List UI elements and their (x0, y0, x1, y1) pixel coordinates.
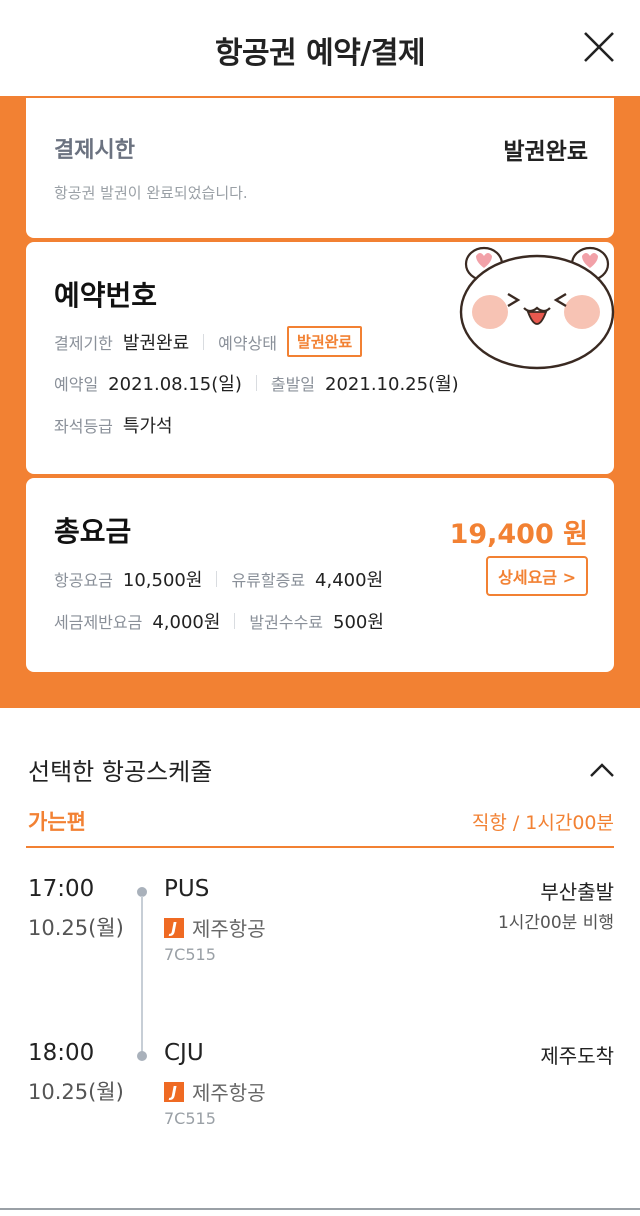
airline-name: 제주항공 (192, 1081, 266, 1105)
fare-row-2: 세금제반요금 4,000원 발권수수료 500원 (54, 608, 384, 634)
seat-class-value: 특가석 (122, 416, 173, 437)
bear-sticker-icon (459, 246, 615, 370)
ticket-fee-label: 발권수수료 (249, 613, 324, 632)
reservation-title: 예약번호 (54, 279, 158, 312)
departure-airport: PUS (164, 876, 210, 902)
divider (26, 846, 614, 848)
airline-logo-icon: J (164, 1081, 184, 1102)
arrival-airline: J 제주항공 (164, 1077, 266, 1106)
divider (255, 375, 257, 391)
airline-logo-icon: J (164, 917, 184, 938)
payment-deadline-label: 결제시한 (54, 138, 135, 163)
leg-label: 가는편 (28, 810, 86, 834)
reservation-row-seat: 좌석등급 특가석 (54, 412, 173, 438)
airline-name: 제주항공 (192, 917, 266, 941)
seat-class-label: 좌석등급 (54, 417, 113, 436)
close-icon[interactable] (582, 30, 616, 64)
divider (203, 333, 205, 350)
fare-row-1: 항공요금 10,500원 유류할증료 4,400원 (54, 566, 383, 592)
air-fare-label: 항공요금 (54, 571, 113, 590)
tax-label: 세금제반요금 (54, 613, 143, 632)
fuel-surcharge-label: 유류할증료 (231, 571, 306, 590)
fare-detail-button[interactable]: 상세요금 > (486, 556, 588, 596)
arrival-airport: CJU (164, 1040, 204, 1066)
departure-date-value: 2021.10.25(월) (325, 374, 459, 395)
reservation-date-value: 2021.08.15(일) (108, 374, 242, 395)
arrival-status: 제주도착 (540, 1044, 614, 1068)
fuel-surcharge-value: 4,400원 (315, 570, 384, 591)
ticket-fee-value: 500원 (333, 612, 384, 633)
departure-time: 17:00 (28, 876, 95, 902)
departure-date-label: 출발일 (270, 375, 316, 394)
app-header: 항공권 예약/결제 (0, 0, 640, 96)
reservation-status-label: 예약상태 (218, 333, 278, 353)
divider (216, 571, 218, 587)
chevron-up-icon[interactable] (589, 762, 615, 778)
fare-title: 총요금 (54, 515, 132, 548)
schedule-title: 선택한 항공스케줄 (28, 758, 213, 786)
departure-date: 10.25(월) (28, 916, 124, 940)
arrival-flight-number: 7C515 (164, 1109, 216, 1128)
payment-status-card: 결제시한 발권완료 항공권 발권이 완료되었습니다. (26, 98, 614, 238)
flight-duration: 1시간00분 비행 (497, 913, 614, 933)
departure-status: 부산출발 (540, 880, 614, 904)
fare-card: 총요금 19,400 원 상세요금 > 항공요금 10,500원 유류할증료 4… (26, 478, 614, 672)
payment-status-description: 항공권 발권이 완료되었습니다. (54, 184, 248, 202)
arrival-date: 10.25(월) (28, 1080, 124, 1104)
timeline-dot (137, 1051, 147, 1061)
timeline-line (141, 896, 143, 1056)
reservation-card: 예약번호 결제기한 발권완료 예약상태 발권완료 예약일 2021.08.15(… (26, 242, 615, 474)
payment-deadline-label: 결제기한 (54, 333, 113, 353)
leg-info: 직항 / 1시간00분 (471, 812, 614, 834)
arrival-time: 18:00 (28, 1040, 95, 1066)
air-fare-value: 10,500원 (122, 570, 203, 591)
status-badge: 발권완료 (287, 326, 363, 357)
tax-value: 4,000원 (152, 612, 221, 633)
divider (234, 613, 236, 629)
reservation-date-label: 예약일 (54, 375, 99, 394)
departure-flight-number: 7C515 (164, 945, 216, 964)
payment-status-value: 발권완료 (503, 139, 588, 165)
total-fare: 19,400 원 (449, 519, 588, 550)
reservation-row-status: 결제기한 발권완료 예약상태 발권완료 (54, 326, 363, 357)
divider (0, 1208, 640, 1210)
page-title: 항공권 예약/결제 (214, 36, 426, 71)
payment-deadline-value: 발권완료 (122, 332, 190, 354)
departure-airline: J 제주항공 (164, 913, 266, 942)
reservation-row-dates: 예약일 2021.08.15(일) 출발일 2021.10.25(월) (54, 370, 459, 396)
